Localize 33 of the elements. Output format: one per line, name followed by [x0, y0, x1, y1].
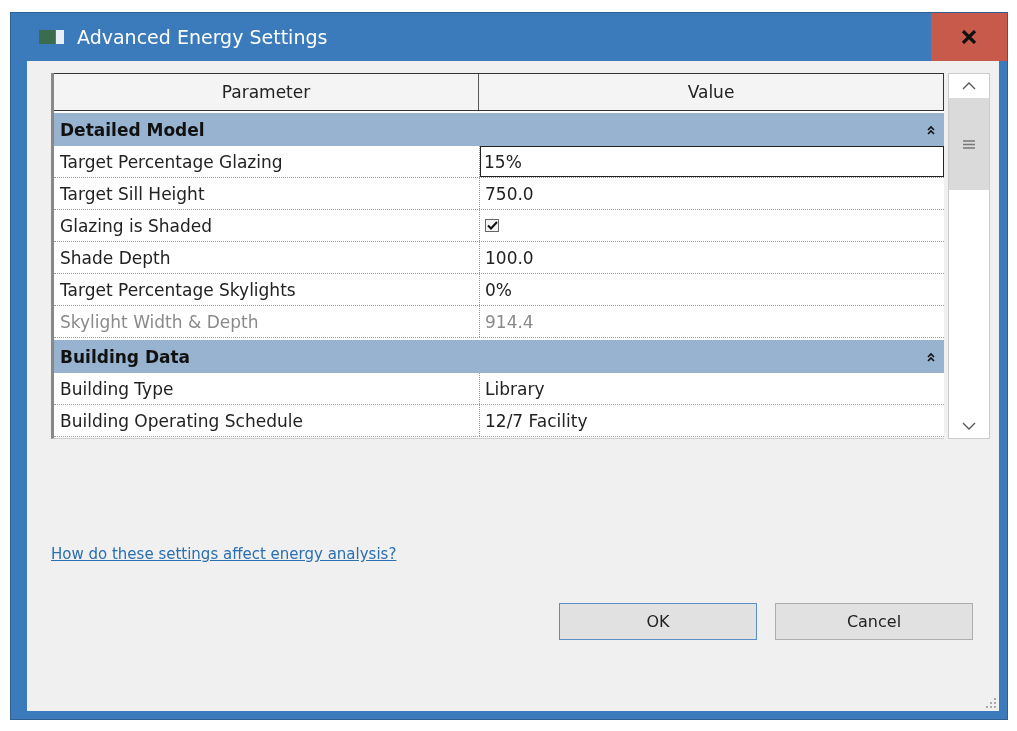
ok-button[interactable]: OK — [559, 603, 757, 640]
column-header[interactable]: Parameter — [54, 74, 479, 110]
collapse-icon — [926, 124, 936, 135]
grip-icon — [963, 139, 975, 149]
value-cell: 15% — [484, 151, 522, 172]
parameter-name: Shade Depth — [54, 242, 480, 273]
window-icon — [39, 28, 65, 46]
parameter-name: Building Type — [54, 373, 480, 404]
parameter-name: Skylight Width & Depth — [54, 306, 480, 337]
value-cell: 0% — [485, 279, 512, 300]
window-title: Advanced Energy Settings — [77, 26, 329, 48]
parameter-name: Glazing is Shaded — [54, 210, 480, 241]
parameter-name: Target Percentage Skylights — [54, 274, 480, 305]
resize-grip-icon[interactable] — [986, 698, 996, 708]
value-cell: 914.4 — [485, 311, 534, 332]
checkbox[interactable] — [485, 219, 499, 232]
close-button[interactable] — [931, 13, 1007, 61]
collapse-icon — [926, 351, 936, 362]
value-cell: 750.0 — [485, 183, 534, 204]
value-cell: 100.0 — [485, 247, 534, 268]
cancel-button[interactable]: Cancel — [775, 603, 973, 640]
value-cell: Library — [485, 378, 545, 399]
column-header[interactable]: Value — [479, 74, 943, 110]
close-icon — [961, 30, 977, 44]
parameter-name: Target Percentage Glazing — [54, 146, 480, 177]
value-cell: 12/7 Facility — [485, 410, 588, 431]
group-header[interactable]: Detailed Model — [54, 113, 944, 146]
parameter-name: Building Operating Schedule — [54, 405, 480, 436]
parameter-name: Target Sill Height — [54, 178, 480, 209]
scroll-thumb[interactable] — [949, 98, 989, 190]
group-header[interactable]: Building Data — [54, 340, 944, 373]
help-link[interactable]: How do these settings affect energy analysis? — [51, 545, 397, 563]
scrollbar[interactable] — [948, 73, 990, 439]
